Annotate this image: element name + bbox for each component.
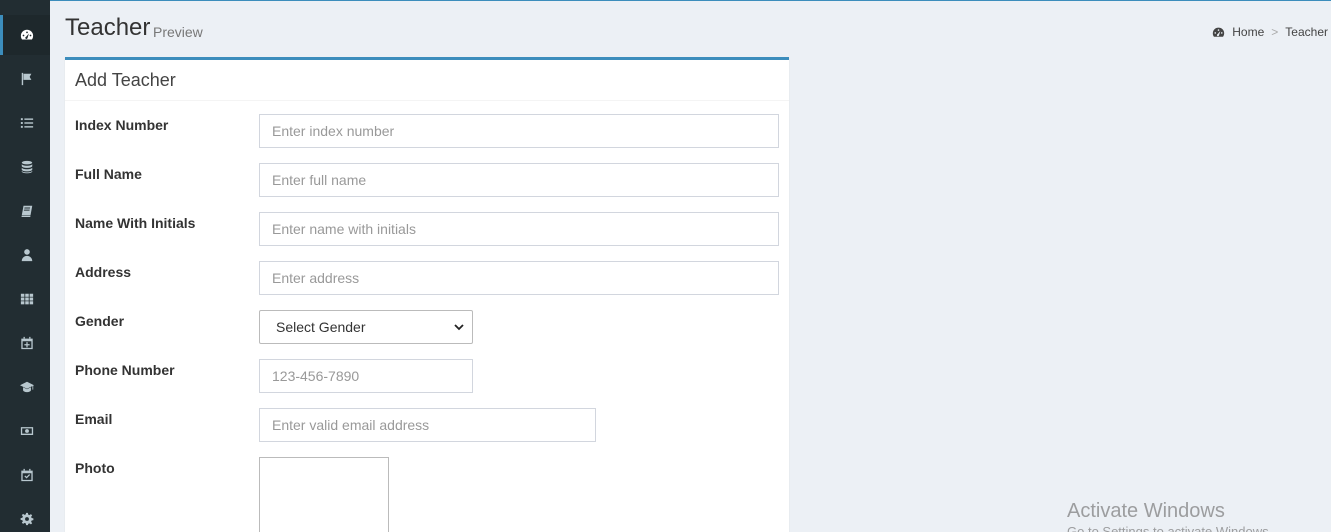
app: Teacher Preview Home > Teacher Add Teach… [0,0,1331,532]
sidebar-item-calendar-plus[interactable] [0,323,50,363]
user-icon [21,249,32,262]
sidebar-item-settings[interactable] [0,499,50,532]
box-header: Add Teacher [65,60,789,101]
sidebar-item-money[interactable] [0,411,50,451]
list-icon [20,118,33,128]
sidebar-item-list[interactable] [0,103,50,143]
box-title: Add Teacher [75,69,176,90]
top-border [50,0,1331,1]
money-icon [20,427,33,435]
flag-icon [21,72,31,86]
dashboard-icon [1212,26,1225,39]
email-input[interactable] [259,408,596,442]
dashboard-icon [20,29,33,40]
sidebar-item-graduation[interactable] [0,367,50,407]
breadcrumb-separator: > [1271,25,1279,39]
sidebar-item-database[interactable] [0,147,50,187]
breadcrumb: Home > Teacher [1212,25,1328,39]
database-icon [21,160,32,174]
calendar-check-icon [20,468,33,482]
name-with-initials-input[interactable] [259,212,779,246]
page-title: Teacher [65,14,151,41]
sidebar-item-user[interactable] [0,235,50,275]
sidebar-item-calendar-check[interactable] [0,455,50,495]
gear-icon [20,512,33,526]
sidebar-item-flag[interactable] [0,59,50,99]
add-teacher-box: Add Teacher Index Number Full Name Name … [65,57,789,532]
index-number-input[interactable] [259,114,779,148]
address-input[interactable] [259,261,779,295]
sidebar-item-grid[interactable] [0,279,50,319]
sidebar-item-dashboard[interactable] [0,15,50,55]
photo-label: Photo [75,460,115,476]
gender-select-value: Select Gender [276,319,366,335]
gender-label: Gender [75,313,125,329]
index-number-label: Index Number [75,117,169,133]
photo-upload-box[interactable] [259,457,389,532]
graduation-cap-icon [19,381,34,393]
chevron-down-icon [454,324,464,331]
breadcrumb-home-link[interactable]: Home [1232,25,1264,39]
activate-windows-watermark: Activate Windows [1067,500,1225,522]
email-label: Email [75,411,113,427]
breadcrumb-current: Teacher [1285,25,1328,39]
full-name-input[interactable] [259,163,779,197]
activate-windows-subtext: Go to Settings to activate Windows. [1067,524,1273,532]
grid-icon [20,293,33,305]
sidebar-item-book[interactable] [0,191,50,231]
full-name-label: Full Name [75,166,142,182]
address-label: Address [75,264,132,280]
name-with-initials-label: Name With Initials [75,215,196,231]
phone-number-input[interactable] [259,359,473,393]
page-subtitle: Preview [153,24,203,40]
gender-select[interactable]: Select Gender [259,310,473,344]
book-icon [20,205,32,217]
calendar-plus-icon [20,336,33,350]
sidebar [0,0,50,532]
phone-number-label: Phone Number [75,362,175,378]
